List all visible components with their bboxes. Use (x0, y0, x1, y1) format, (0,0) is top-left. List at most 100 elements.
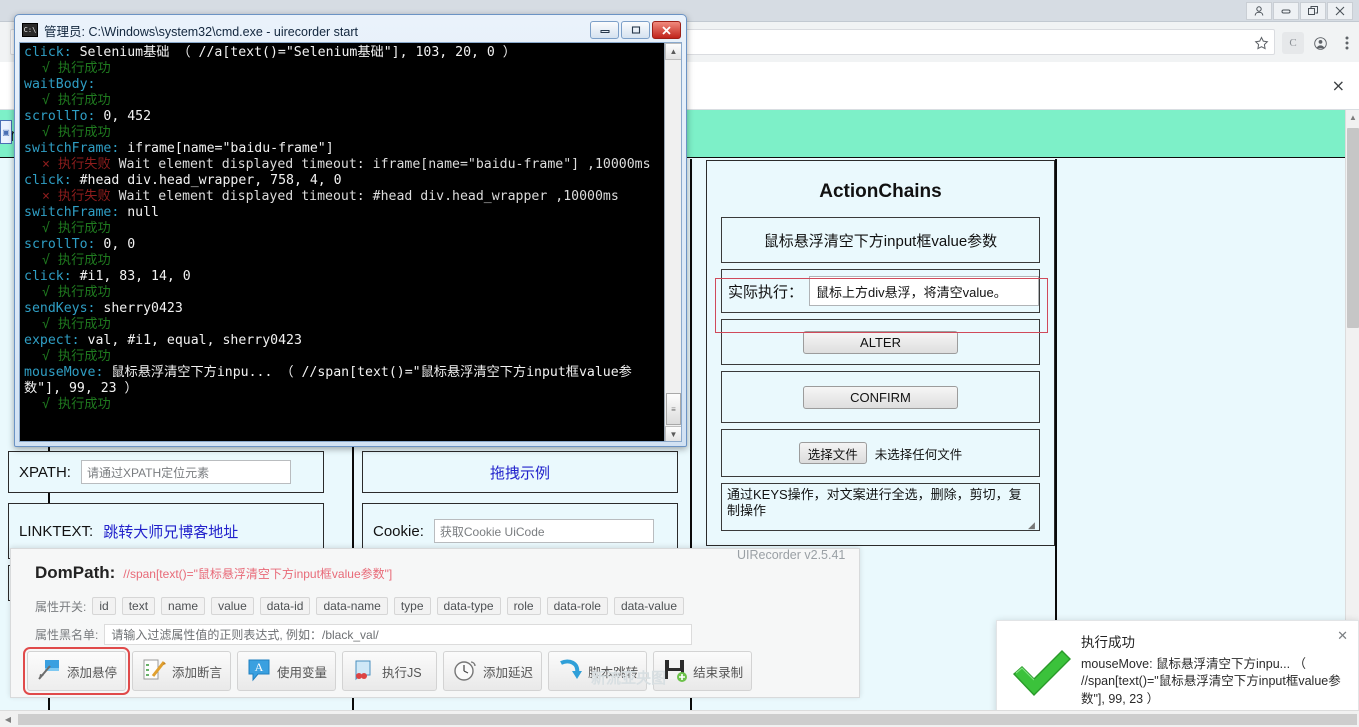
cookie-input[interactable]: 获取Cookie UiCode (433, 519, 654, 543)
cmd-line-value: Selenium基础 （ //a[text()="Selenium基础"], 1… (71, 45, 516, 60)
actual-exec-input[interactable]: 鼠标上方div悬浮，将清空value。 (809, 276, 1039, 306)
blacklist-placeholder: 请输入过滤属性值的正则表达式, 例如：/black_val/ (111, 628, 379, 642)
window-controls (1246, 2, 1353, 20)
profile-icon[interactable] (1246, 2, 1272, 20)
hscroll-left-arrow[interactable]: ◀ (0, 715, 16, 724)
attribute-chip[interactable]: data-value (613, 597, 684, 615)
blacklist-input[interactable]: 请输入过滤属性值的正则表达式, 例如：/black_val/ (104, 624, 693, 645)
cmd-scroll-down-arrow[interactable]: ▼ (665, 426, 681, 441)
keys-textarea[interactable]: 通过KEYS操作，对文案进行全选，删除，剪切，复制操作 ◢ (721, 483, 1040, 531)
page-side-tab[interactable]: ▣ (0, 120, 12, 144)
cmd-line-status: √ 执行成功 (42, 253, 111, 268)
blacklist-label: 属性黑名单: (35, 628, 99, 642)
cmd-scrollbar[interactable]: ▲ ≡ ▼ (664, 43, 681, 441)
star-icon[interactable] (1250, 32, 1272, 54)
xpath-input[interactable]: 请通过XPATH定位元素 (80, 460, 291, 484)
drag-example-title[interactable]: 拖拽示例 (490, 462, 550, 483)
cmd-line-command: expect: (24, 333, 80, 348)
cmd-title-text: 管理员: C:\Windows\system32\cmd.exe - uirec… (44, 24, 358, 39)
toast-body: 执行成功 mouseMove: 鼠标悬浮清空下方inpu... （ //span… (1077, 631, 1350, 712)
choose-file-button[interactable]: 选择文件 (798, 442, 867, 464)
dompath-value[interactable]: //span[text()="鼠标悬浮清空下方input框value参数"] (123, 565, 392, 582)
scroll-thumb[interactable] (1347, 128, 1359, 328)
cmd-line-value: val, #i1, equal, sherry0423 (79, 333, 302, 348)
tool-script[interactable]: 执行JS (342, 651, 438, 691)
tool-save[interactable]: 结束录制 (653, 651, 753, 691)
cmd-scroll-thumb[interactable]: ≡ (666, 393, 681, 425)
horizontal-scrollbar[interactable]: ◀ (0, 710, 1359, 727)
cmd-line: √ 执行成功 (24, 253, 660, 269)
close-button[interactable] (1327, 2, 1353, 20)
cmd-line: click: #head div.head_wrapper, 758, 4, 0 (24, 173, 660, 189)
cmd-line-value: #i1, 83, 14, 0 (71, 269, 191, 284)
screen: C × n学习 XPATH: 请通过XPATH定位元素 (0, 0, 1359, 727)
scroll-up-arrow[interactable]: ▲ (1346, 110, 1359, 124)
cmd-line-value: 0, 452 (95, 109, 152, 124)
textarea-resize-grip[interactable]: ◢ (1028, 520, 1037, 530)
clock-icon (452, 657, 478, 686)
cmd-maximize-button[interactable] (621, 21, 650, 39)
attribute-chip[interactable]: data-type (436, 597, 501, 615)
cmd-line: √ 执行成功 (24, 221, 660, 237)
attribute-chip[interactable]: value (211, 597, 254, 615)
cmd-line: switchFrame: iframe[name="baidu-frame"] (24, 141, 660, 157)
minimize-button[interactable] (1273, 2, 1299, 20)
confirm-button[interactable]: CONFIRM (803, 385, 958, 409)
extension-c-icon[interactable]: C (1282, 32, 1304, 54)
tool-label: 使用变量 (277, 665, 328, 680)
cmd-titlebar: C:\ 管理员: C:\Windows\system32\cmd.exe - u… (18, 18, 683, 42)
alter-button[interactable]: ALTER (803, 330, 958, 354)
restore-button[interactable] (1300, 2, 1326, 20)
dompath-row: DomPath: //span[text()="鼠标悬浮清空下方input框va… (35, 563, 392, 583)
linktext-link[interactable]: 跳转大师兄博客地址 (103, 521, 238, 542)
attribute-chip[interactable]: type (393, 597, 431, 615)
tool-hover[interactable]: 添加悬停 (22, 647, 131, 695)
attribute-chip[interactable]: role (506, 597, 541, 615)
cmd-line: √ 执行成功 (24, 61, 660, 77)
toast-message: mouseMove: 鼠标悬浮清空下方inpu... （ //span[text… (1081, 657, 1341, 706)
attribute-chip[interactable]: id (92, 597, 116, 615)
tool-variable[interactable]: A 使用变量 (237, 651, 337, 691)
cmd-line: sendKeys: sherry0423 (24, 301, 660, 317)
hscroll-track[interactable] (18, 713, 1357, 725)
cmd-line-status: √ 执行成功 (42, 349, 111, 364)
attribute-chip[interactable]: data-role (546, 597, 608, 615)
attribute-chip[interactable]: text (121, 597, 156, 615)
cmd-line-status: × 执行失败 (42, 157, 111, 172)
cmd-line: click: Selenium基础 （ //a[text()="Selenium… (24, 45, 660, 61)
uirecorder-panel: DomPath: //span[text()="鼠标悬浮清空下方input框va… (10, 548, 860, 698)
tool-assert[interactable]: 添加断言 (132, 651, 232, 691)
tool-label: 添加断言 (172, 665, 223, 680)
cmd-line-error: Wait element displayed timeout: #head di… (110, 189, 619, 204)
cmd-window-controls (590, 21, 681, 39)
cmd-console-window[interactable]: C:\ 管理员: C:\Windows\system32\cmd.exe - u… (14, 14, 687, 447)
toast-close-icon[interactable]: ✕ (1337, 629, 1348, 644)
attribute-chip[interactable]: name (161, 597, 206, 615)
cmd-line-command: click: (24, 269, 72, 284)
actual-exec-value: 鼠标上方div悬浮，将清空value。 (816, 284, 1007, 300)
infobar-close-icon[interactable]: × (1332, 78, 1345, 94)
cmd-line-command: waitBody: (24, 77, 96, 92)
cmd-line-command: scrollTo: (24, 109, 96, 124)
cmd-line-command: switchFrame: (24, 205, 120, 220)
attribute-chip[interactable]: data-id (259, 597, 311, 615)
attribute-chip[interactable]: data-name (316, 597, 388, 615)
cmd-line-command: sendKeys: (24, 301, 96, 316)
cmd-line-command: click: (24, 45, 72, 60)
script-icon (351, 657, 377, 686)
hover-target-text: 鼠标悬浮清空下方input框value参数 (763, 232, 998, 250)
cmd-close-button[interactable] (652, 21, 681, 39)
tool-clock[interactable]: 添加延迟 (443, 651, 543, 691)
cmd-line-status: √ 执行成功 (42, 397, 111, 412)
drag-example-row: 拖拽示例 (362, 451, 678, 493)
cmd-line-status: √ 执行成功 (42, 221, 111, 236)
actual-exec-row: 实际执行： 鼠标上方div悬浮，将清空value。 (721, 269, 1040, 313)
cmd-minimize-button[interactable] (590, 21, 619, 39)
cmd-line-value: iframe[name="baidu-frame"] (119, 141, 334, 156)
hover-target-row[interactable]: 鼠标悬浮清空下方input框value参数 (721, 217, 1040, 263)
xpath-label: XPATH: (19, 463, 71, 481)
cmd-scroll-up-arrow[interactable]: ▲ (665, 43, 681, 60)
menu-dots-icon[interactable] (1336, 32, 1358, 54)
user-avatar-icon[interactable] (1309, 32, 1331, 54)
cmd-line: × 执行失败 Wait element displayed timeout: #… (24, 189, 660, 205)
